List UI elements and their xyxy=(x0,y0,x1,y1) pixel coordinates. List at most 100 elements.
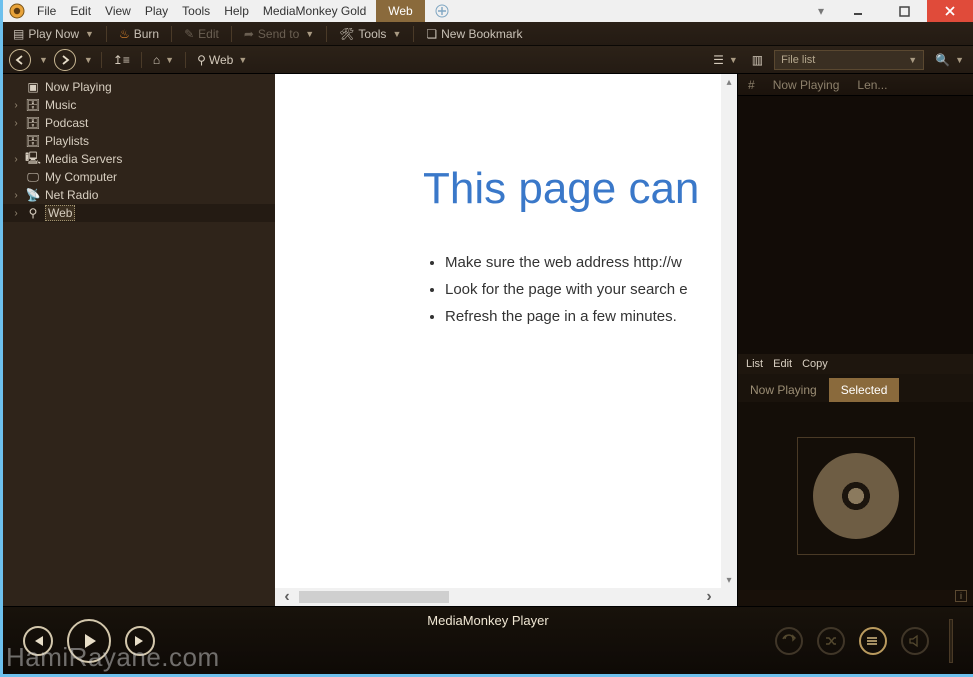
back-button[interactable] xyxy=(9,49,31,71)
col-length[interactable]: Len... xyxy=(857,78,887,92)
menu-brand[interactable]: MediaMonkey Gold xyxy=(257,2,372,20)
scroll-up-icon[interactable]: ▴ xyxy=(721,74,737,90)
forward-button[interactable] xyxy=(54,49,76,71)
tree-music[interactable]: ›🗄Music xyxy=(3,96,275,114)
up-level-button[interactable]: ↥≡ xyxy=(110,51,133,69)
tools-button[interactable]: 🛠 Tools ▼ xyxy=(333,25,407,43)
chevron-right-icon[interactable]: › xyxy=(11,100,21,111)
window-controls: ▾ xyxy=(807,0,973,22)
error-page: This page can Make sure the web address … xyxy=(275,74,737,606)
error-bullet: Refresh the page in a few minutes. xyxy=(445,308,737,325)
minimize-button[interactable] xyxy=(835,0,881,22)
chevron-down-icon: ▼ xyxy=(908,55,917,65)
burn-icon: ♨ xyxy=(119,27,130,41)
info-icon[interactable]: i xyxy=(955,590,967,602)
play-button[interactable] xyxy=(67,619,111,663)
scroll-track[interactable] xyxy=(299,588,697,606)
edit-label: Edit xyxy=(198,27,219,41)
new-bookmark-button[interactable]: ❏ New Bookmark xyxy=(420,25,528,43)
horizontal-scrollbar[interactable]: ‹ › xyxy=(275,588,721,606)
repeat-button[interactable] xyxy=(775,627,803,655)
playlist-icon: 🗄 xyxy=(25,134,41,148)
menu-play[interactable]: Play xyxy=(139,2,174,20)
tree-now-playing[interactable]: ▣Now Playing xyxy=(3,78,275,96)
artmenu-list[interactable]: List xyxy=(746,358,763,370)
chevron-down-icon: ▼ xyxy=(392,29,401,39)
scroll-right-icon[interactable]: › xyxy=(697,588,721,606)
nav-tree: ▣Now Playing ›🗄Music ›🗄Podcast 🗄Playlist… xyxy=(3,74,275,606)
server-icon: 🖳 xyxy=(25,149,41,170)
titlebar: File Edit View Play Tools Help MediaMonk… xyxy=(3,0,973,22)
tree-net-radio[interactable]: › 📡 Net Radio xyxy=(3,186,275,204)
menu-tools[interactable]: Tools xyxy=(176,2,216,20)
playlist-button[interactable] xyxy=(859,627,887,655)
now-playing-icon: ▣ xyxy=(25,80,41,94)
back-history-dropdown[interactable]: ▼ xyxy=(39,55,48,65)
view-columns-button[interactable]: ▥ xyxy=(749,51,766,69)
separator xyxy=(413,26,414,42)
menu-edit[interactable]: Edit xyxy=(64,2,97,20)
chevron-right-icon[interactable]: › xyxy=(11,154,21,165)
app-window: File Edit View Play Tools Help MediaMonk… xyxy=(3,0,973,674)
volume-slider[interactable] xyxy=(949,619,953,663)
edit-icon: ✎ xyxy=(184,27,194,41)
globe-icon: ⚲ xyxy=(25,206,41,220)
next-track-button[interactable] xyxy=(125,626,155,656)
browser-pane: This page can Make sure the web address … xyxy=(275,74,737,606)
menu-help[interactable]: Help xyxy=(218,2,255,20)
filelist-label: File list xyxy=(781,54,815,66)
play-now-button[interactable]: ▤ Play Now ▼ xyxy=(7,25,100,43)
vertical-scrollbar[interactable]: ▴ ▾ xyxy=(721,74,737,588)
add-tab-button[interactable] xyxy=(431,0,453,22)
prev-track-button[interactable] xyxy=(23,626,53,656)
search-button[interactable]: 🔍▼ xyxy=(932,51,967,69)
chevron-down-icon: ▼ xyxy=(729,55,738,65)
chevron-right-icon[interactable]: › xyxy=(11,208,21,219)
chevron-right-icon[interactable]: › xyxy=(11,118,21,129)
tracklist-empty xyxy=(738,96,973,354)
col-now-playing[interactable]: Now Playing xyxy=(773,78,840,92)
maximize-button[interactable] xyxy=(881,0,927,22)
view-list-button[interactable]: ☰▼ xyxy=(710,51,741,69)
menu-file[interactable]: File xyxy=(31,2,62,20)
tree-web[interactable]: ›⚲Web xyxy=(3,204,275,222)
tracklist-header: # Now Playing Len... xyxy=(738,74,973,96)
error-suggestions: Make sure the web address http://w Look … xyxy=(427,254,737,325)
app-logo-icon xyxy=(7,1,27,21)
scroll-down-icon[interactable]: ▾ xyxy=(721,572,737,588)
scroll-thumb[interactable] xyxy=(299,591,449,603)
tree-playlists[interactable]: 🗄Playlists xyxy=(3,132,275,150)
separator xyxy=(231,26,232,42)
artmenu-edit[interactable]: Edit xyxy=(773,358,792,370)
scroll-left-icon[interactable]: ‹ xyxy=(275,588,299,606)
radio-icon: 📡 xyxy=(25,188,41,202)
tree-label: Net Radio xyxy=(45,188,98,202)
shuffle-button[interactable] xyxy=(817,627,845,655)
player-right-controls xyxy=(775,619,953,663)
chevron-right-icon[interactable]: › xyxy=(11,190,21,201)
right-pane: # Now Playing Len... List Edit Copy Now … xyxy=(737,74,973,606)
tree-media-servers[interactable]: › 🖳 Media Servers xyxy=(3,150,275,168)
tab-selected[interactable]: Selected xyxy=(829,378,900,402)
filelist-dropdown[interactable]: File list ▼ xyxy=(774,50,924,70)
tab-now-playing[interactable]: Now Playing xyxy=(738,378,829,402)
columns-view-icon: ▥ xyxy=(752,53,763,67)
breadcrumb-web[interactable]: ⚲ Web ▼ xyxy=(194,51,250,69)
page-title: This page can xyxy=(423,164,737,214)
tree-podcast[interactable]: ›🗄Podcast xyxy=(3,114,275,132)
volume-button[interactable] xyxy=(901,627,929,655)
col-number[interactable]: # xyxy=(748,78,755,92)
forward-history-dropdown[interactable]: ▼ xyxy=(84,55,93,65)
burn-label: Burn xyxy=(134,27,159,41)
artmenu-copy[interactable]: Copy xyxy=(802,358,828,370)
tab-web[interactable]: Web xyxy=(376,0,424,22)
menu-view[interactable]: View xyxy=(99,2,137,20)
search-icon: 🔍 xyxy=(935,53,950,67)
home-button[interactable]: ⌂▼ xyxy=(150,51,177,69)
tree-my-computer[interactable]: 🖵My Computer xyxy=(3,168,275,186)
chevron-down-icon[interactable]: ▾ xyxy=(807,0,835,22)
chevron-down-icon: ▼ xyxy=(165,55,174,65)
burn-button[interactable]: ♨ Burn xyxy=(113,25,165,43)
close-button[interactable] xyxy=(927,0,973,22)
tree-label: Media Servers xyxy=(45,152,122,166)
